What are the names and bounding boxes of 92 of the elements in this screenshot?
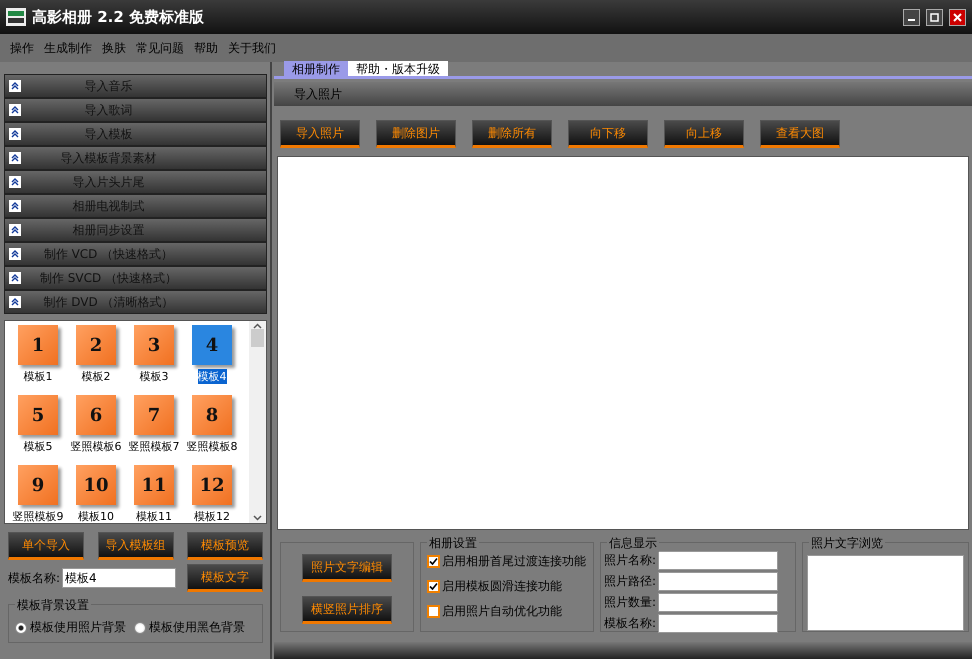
- field-label: 照片数量:: [604, 594, 656, 611]
- collapse-icon: [9, 248, 21, 260]
- collapse-icon: [9, 80, 21, 92]
- minimize-button[interactable]: [903, 8, 920, 26]
- radio-label: 模板使用照片背景: [30, 619, 126, 636]
- group-title: 相册设置: [427, 535, 479, 552]
- template-label[interactable]: 竖照模板6: [70, 439, 122, 454]
- group-title: 照片文字浏览: [809, 535, 885, 552]
- template-label[interactable]: 模板5: [24, 439, 52, 454]
- template-thumbnail[interactable]: 9: [18, 465, 58, 505]
- template-button[interactable]: 导入模板组: [98, 532, 174, 560]
- template-label[interactable]: 竖照模板7: [128, 439, 180, 454]
- tab[interactable]: 相册制作: [284, 61, 348, 76]
- template-button[interactable]: 模板预览: [187, 532, 263, 560]
- group-title: 信息显示: [607, 535, 659, 552]
- template-label[interactable]: 竖照模板9: [12, 509, 64, 523]
- collapse-icon: [9, 152, 21, 164]
- photo-button[interactable]: 照片文字编辑: [302, 554, 392, 582]
- menu-item[interactable]: 换肤: [102, 40, 126, 56]
- scrollbar[interactable]: [249, 321, 266, 523]
- template-label[interactable]: 模板2: [82, 369, 110, 384]
- info-field[interactable]: [658, 614, 778, 633]
- toolbar-button[interactable]: 删除图片: [376, 120, 456, 148]
- group-title: 模板背景设置: [15, 597, 91, 614]
- window-title: 高影相册 2.2 免费标准版: [32, 8, 206, 26]
- collapse-icon: [9, 224, 21, 236]
- template-label[interactable]: 模板10: [78, 509, 114, 523]
- template-thumbnail[interactable]: 3: [134, 325, 174, 365]
- checkbox[interactable]: [427, 605, 440, 618]
- radio-button[interactable]: [15, 622, 27, 634]
- menu-item[interactable]: 关于我们: [228, 40, 276, 56]
- menu-item[interactable]: 常见问题: [136, 40, 184, 56]
- template-thumbnail[interactable]: 4: [192, 325, 232, 365]
- checkbox[interactable]: [427, 580, 440, 593]
- template-label[interactable]: 竖照模板8: [186, 439, 238, 454]
- section-header: 导入照片: [274, 82, 972, 106]
- info-field[interactable]: [658, 551, 778, 570]
- field-label: 照片名称:: [604, 552, 656, 569]
- text-preview-box[interactable]: [807, 555, 964, 631]
- field-label: 模板名称:: [8, 570, 60, 586]
- info-field[interactable]: [658, 593, 778, 612]
- toolbar-button[interactable]: 向下移: [568, 120, 648, 148]
- collapse-icon: [9, 176, 21, 188]
- radio-button[interactable]: [134, 622, 146, 634]
- template-label[interactable]: 模板3: [140, 369, 168, 384]
- scroll-thumb[interactable]: [251, 329, 264, 347]
- collapse-icon: [9, 296, 21, 308]
- toolbar-button[interactable]: 导入照片: [280, 120, 360, 148]
- template-thumbnail[interactable]: 11: [134, 465, 174, 505]
- close-button[interactable]: [949, 8, 966, 26]
- template-button[interactable]: 单个导入: [8, 532, 84, 560]
- toolbar-button[interactable]: 删除所有: [472, 120, 552, 148]
- menu-item[interactable]: 帮助: [194, 40, 218, 56]
- checkbox-label: 启用照片自动优化功能: [442, 603, 562, 620]
- maximize-icon: [930, 12, 939, 22]
- toolbar-button[interactable]: 查看大图: [760, 120, 840, 148]
- menu-item[interactable]: 操作: [10, 40, 34, 56]
- template-thumbnail[interactable]: 6: [76, 395, 116, 435]
- radio-label: 模板使用黑色背景: [149, 619, 245, 636]
- template-thumbnail[interactable]: 5: [18, 395, 58, 435]
- maximize-button[interactable]: [926, 8, 943, 26]
- collapse-icon: [9, 200, 21, 212]
- info-field[interactable]: [658, 572, 778, 591]
- checkbox-label: 启用模板圆滑连接功能: [442, 578, 562, 595]
- app-icon: [6, 8, 26, 26]
- checkbox-label: 启用相册首尾过渡连接功能: [442, 553, 586, 570]
- template-label[interactable]: 模板12: [194, 509, 230, 523]
- template-label[interactable]: 模板4: [198, 369, 226, 384]
- template-thumbnail[interactable]: 10: [76, 465, 116, 505]
- field-label: 模板名称:: [604, 615, 656, 632]
- toolbar-button[interactable]: 向上移: [664, 120, 744, 148]
- template-thumbnail[interactable]: 7: [134, 395, 174, 435]
- tab[interactable]: 帮助・版本升级: [348, 61, 448, 76]
- menu-item[interactable]: 生成制作: [44, 40, 92, 56]
- template-thumbnail[interactable]: 1: [18, 325, 58, 365]
- template-label[interactable]: 模板11: [136, 509, 172, 523]
- collapse-icon: [9, 272, 21, 284]
- template-label[interactable]: 模板1: [24, 369, 52, 384]
- template-name-field[interactable]: 模板4: [62, 568, 176, 588]
- scroll-down-icon[interactable]: [253, 515, 262, 521]
- collapse-icon: [9, 128, 21, 140]
- minimize-icon: [908, 19, 915, 21]
- collapse-icon: [9, 104, 21, 116]
- template-thumbnail[interactable]: 8: [192, 395, 232, 435]
- template-thumbnail[interactable]: 12: [192, 465, 232, 505]
- field-label: 照片路径:: [604, 573, 656, 590]
- checkbox[interactable]: [427, 555, 440, 568]
- photo-button[interactable]: 横竖照片排序: [302, 596, 392, 624]
- scroll-up-icon[interactable]: [253, 323, 262, 329]
- close-icon: [953, 12, 962, 22]
- template-thumbnail[interactable]: 2: [76, 325, 116, 365]
- template-button[interactable]: 模板文字: [187, 564, 263, 592]
